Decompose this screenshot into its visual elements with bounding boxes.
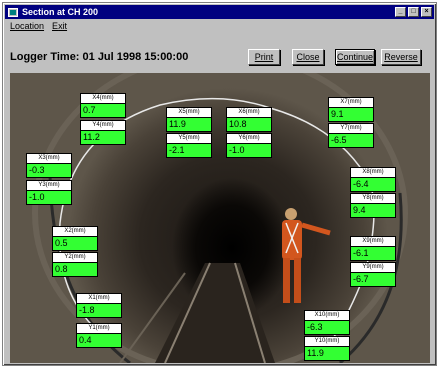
meter-x8: X8(mm) -6.4 [350, 167, 396, 192]
meter-y3: Y3(mm) -1.0 [26, 180, 72, 205]
meter-label: X6(mm) [226, 107, 272, 118]
meter-value: -6.5 [328, 134, 374, 148]
menu-location[interactable]: Location [6, 20, 48, 33]
maximize-button[interactable]: □ [408, 7, 419, 17]
meter-y5: Y5(mm) -2.1 [166, 133, 212, 158]
minimize-button[interactable]: _ [395, 7, 406, 17]
meter-y9: Y9(mm) -6.7 [350, 262, 396, 287]
meter-label: Y2(mm) [52, 252, 98, 263]
meter-x7: X7(mm) 9.1 [328, 97, 374, 122]
close-button[interactable]: Close [292, 49, 324, 65]
meter-label: Y1(mm) [76, 323, 122, 334]
app-icon[interactable] [8, 7, 18, 17]
meter-value: 10.8 [226, 118, 272, 132]
window-title: Section at CH 200 [22, 7, 99, 17]
meter-value: -1.0 [226, 144, 272, 158]
meter-label: X3(mm) [26, 153, 72, 164]
meter-label: X2(mm) [52, 226, 98, 237]
tunnel-photo: X4(mm) 0.7 Y4(mm) 11.2 X5(mm) 11.9 Y5(mm… [10, 73, 430, 363]
meter-value: 0.7 [80, 104, 126, 118]
meter-value: -6.7 [350, 273, 396, 287]
meter-x6: X6(mm) 10.8 [226, 107, 272, 132]
meter-x5: X5(mm) 11.9 [166, 107, 212, 132]
logger-time: Logger Time: 01 Jul 1998 15:00:00 [10, 51, 189, 63]
meter-label: X1(mm) [76, 293, 122, 304]
meter-value: -2.1 [166, 144, 212, 158]
meter-y8: Y8(mm) 9.4 [350, 193, 396, 218]
meter-value: -6.3 [304, 321, 350, 335]
meter-label: Y7(mm) [328, 123, 374, 134]
track-bed [155, 263, 275, 363]
meter-y2: Y2(mm) 0.8 [52, 252, 98, 277]
meter-y7: Y7(mm) -6.5 [328, 123, 374, 148]
meter-x3: X3(mm) -0.3 [26, 153, 72, 178]
meter-x9: X9(mm) -6.1 [350, 236, 396, 261]
meter-value: -1.8 [76, 304, 122, 318]
reverse-button[interactable]: Reverse [381, 49, 421, 65]
meter-value: 11.9 [304, 347, 350, 361]
meter-value: -1.0 [26, 191, 72, 205]
continue-button[interactable]: Continue [335, 49, 375, 65]
meter-value: 9.1 [328, 108, 374, 122]
meter-value: 11.9 [166, 118, 212, 132]
meter-value: -6.4 [350, 178, 396, 192]
meter-label: Y8(mm) [350, 193, 396, 204]
meter-label: X8(mm) [350, 167, 396, 178]
title-bar[interactable]: Section at CH 200 _ □ × [5, 5, 434, 19]
meter-label: X10(mm) [304, 310, 350, 321]
meter-label: X9(mm) [350, 236, 396, 247]
meter-x1: X1(mm) -1.8 [76, 293, 122, 318]
meter-label: X5(mm) [166, 107, 212, 118]
meter-value: 0.5 [52, 237, 98, 251]
meter-label: Y10(mm) [304, 336, 350, 347]
meter-x2: X2(mm) 0.5 [52, 226, 98, 251]
worker-figure [282, 208, 331, 303]
meter-label: X4(mm) [80, 93, 126, 104]
print-button[interactable]: Print [248, 49, 280, 65]
menu-exit[interactable]: Exit [48, 20, 71, 33]
meter-value: 0.8 [52, 263, 98, 277]
meter-value: 0.4 [76, 334, 122, 348]
meter-value: 9.4 [350, 204, 396, 218]
meter-label: Y5(mm) [166, 133, 212, 144]
meter-y1: Y1(mm) 0.4 [76, 323, 122, 348]
meter-y6: Y6(mm) -1.0 [226, 133, 272, 158]
meter-label: Y6(mm) [226, 133, 272, 144]
meter-value: 11.2 [80, 131, 126, 145]
meter-value: -0.3 [26, 164, 72, 178]
meter-x4: X4(mm) 0.7 [80, 93, 126, 118]
close-window-button[interactable]: × [421, 7, 432, 17]
meter-label: X7(mm) [328, 97, 374, 108]
meter-label: Y4(mm) [80, 120, 126, 131]
meter-y10: Y10(mm) 11.9 [304, 336, 350, 361]
meter-x10: X10(mm) -6.3 [304, 310, 350, 335]
meter-value: -6.1 [350, 247, 396, 261]
meter-label: Y9(mm) [350, 262, 396, 273]
meter-y4: Y4(mm) 11.2 [80, 120, 126, 145]
meter-label: Y3(mm) [26, 180, 72, 191]
menu-bar: Location Exit [6, 20, 71, 33]
